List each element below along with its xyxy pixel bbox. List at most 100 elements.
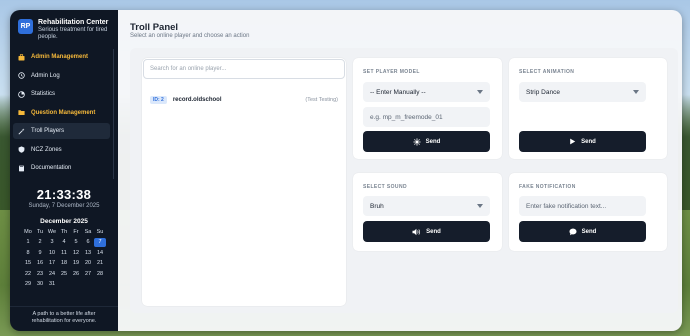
- button-label: Send: [426, 228, 441, 235]
- model-input[interactable]: e.g. mp_m_freemode_01: [363, 107, 490, 127]
- calendar: December 2025 Mo Tu We Th Fr Sa Su 1 2 3 4 5 6 7 8 9 10 1…: [22, 218, 106, 289]
- animation-select-value: Strip Dance: [526, 88, 560, 96]
- notification-input[interactable]: Enter fake notification text...: [519, 196, 646, 216]
- calendar-day[interactable]: 3: [46, 238, 58, 247]
- calendar-day[interactable]: 2: [34, 238, 46, 247]
- calendar-day[interactable]: 4: [58, 238, 70, 247]
- calendar-day[interactable]: 15: [22, 259, 34, 268]
- calendar-grid: Mo Tu We Th Fr Sa Su 1 2 3 4 5 6 7 8 9 10 11 12 13 14 15 16 17 1…: [22, 228, 106, 289]
- brand-subtitle: Serious treatment for tired people.: [38, 27, 108, 40]
- calendar-day[interactable]: 20: [82, 259, 94, 268]
- calendar-day[interactable]: 18: [58, 259, 70, 268]
- clock-time: 21:33:38: [36, 186, 92, 202]
- book-icon: [18, 165, 25, 172]
- card-select-animation: SELECT ANIMATION Strip Dance Send: [509, 58, 667, 159]
- calendar-day[interactable]: 5: [70, 238, 82, 247]
- sidebar-item-admin-management[interactable]: Admin Management: [13, 49, 110, 65]
- brand-logo: RP: [18, 19, 33, 34]
- main-area: Troll Panel Select an online player and …: [118, 10, 682, 331]
- notification-send-button[interactable]: Send: [519, 221, 646, 242]
- card-title: SELECT ANIMATION: [519, 69, 575, 75]
- calendar-day[interactable]: 12: [70, 249, 82, 258]
- model-select-value: -- Enter Manually --: [370, 88, 426, 96]
- brand: RP Rehabilitation Center Serious treatme…: [10, 10, 118, 47]
- player-panel: Search for an online player... ID: 2 rec…: [142, 58, 346, 306]
- sidebar-item-admin-log[interactable]: Admin Log: [13, 68, 110, 84]
- chevron-down-icon: [477, 90, 483, 94]
- calendar-day[interactable]: 6: [82, 238, 94, 247]
- model-send-button[interactable]: Send: [363, 131, 490, 152]
- sidebar-item-label: Admin Log: [31, 72, 60, 79]
- calendar-day[interactable]: 23: [34, 270, 46, 279]
- calendar-weekday: We: [47, 228, 57, 235]
- play-icon: [569, 138, 576, 145]
- calendar-weekday: Sa: [84, 228, 92, 235]
- calendar-weekday: Tu: [36, 228, 44, 235]
- chart-icon: [18, 90, 25, 98]
- sidebar-item-troll-players[interactable]: Troll Players: [13, 123, 110, 139]
- calendar-day[interactable]: 17: [46, 259, 58, 268]
- calendar-day[interactable]: 28: [94, 270, 106, 279]
- calendar-weekday: Th: [60, 228, 68, 235]
- sidebar-item-ncz-zones[interactable]: NCZ Zones: [13, 142, 110, 158]
- calendar-day[interactable]: 8: [22, 249, 34, 258]
- model-select[interactable]: -- Enter Manually --: [363, 82, 490, 102]
- page-subtitle: Select an online player and choose an ac…: [130, 33, 250, 39]
- calendar-day[interactable]: 14: [94, 249, 106, 258]
- sidebar-item-label: Documentation: [31, 165, 72, 171]
- animation-send-button[interactable]: Send: [519, 131, 646, 152]
- calendar-day[interactable]: 26: [70, 270, 82, 279]
- sidebar-item-label: Question Management: [31, 109, 96, 116]
- player-search-input[interactable]: Search for an online player...: [143, 59, 345, 79]
- calendar-day[interactable]: 22: [22, 270, 34, 279]
- brand-title: Rehabilitation Center: [38, 19, 109, 26]
- card-title: SET PLAYER MODEL: [363, 69, 420, 75]
- calendar-day[interactable]: 19: [70, 259, 82, 268]
- sound-select-value: Bruh: [370, 202, 384, 210]
- sidebar-item-statistics[interactable]: Statistics: [13, 86, 110, 102]
- clock-date: Sunday, 7 December 2025: [28, 202, 100, 209]
- calendar-day[interactable]: 13: [82, 249, 94, 258]
- sound-select[interactable]: Bruh: [363, 196, 490, 216]
- player-list-item[interactable]: ID: 2 record.oldschool (Test Testing): [150, 94, 338, 106]
- page-title: Troll Panel: [130, 22, 179, 33]
- sound-send-button[interactable]: Send: [363, 221, 490, 242]
- calendar-day[interactable]: 21: [94, 259, 106, 268]
- sidebar-item-documentation[interactable]: Documentation: [13, 160, 110, 176]
- zone-icon: [18, 146, 25, 153]
- calendar-day[interactable]: 27: [82, 270, 94, 279]
- history-icon: [18, 72, 25, 79]
- calendar-day[interactable]: 10: [46, 249, 58, 258]
- calendar-day[interactable]: 31: [46, 280, 58, 289]
- calendar-day[interactable]: 30: [34, 280, 46, 289]
- player-name: record.oldschool: [172, 97, 222, 103]
- sidebar: RP Rehabilitation Center Serious treatme…: [10, 10, 118, 331]
- card-fake-notification: FAKE NOTIFICATION Enter fake notificatio…: [509, 173, 667, 251]
- calendar-weekday: Mo: [24, 228, 32, 235]
- card-title: FAKE NOTIFICATION: [519, 184, 576, 190]
- button-label: Send: [425, 138, 441, 145]
- calendar-day-today[interactable]: 7: [94, 238, 106, 247]
- calendar-day[interactable]: 16: [34, 259, 46, 268]
- chevron-down-icon: [633, 90, 639, 94]
- sidebar-item-label: Statistics: [31, 91, 56, 97]
- calendar-weekday: Su: [96, 228, 104, 235]
- calendar-day[interactable]: 9: [34, 249, 46, 258]
- calendar-day[interactable]: 25: [58, 270, 70, 279]
- calendar-day[interactable]: 29: [22, 280, 34, 289]
- chat-bubble-icon: [569, 228, 577, 236]
- animation-select[interactable]: Strip Dance: [519, 82, 646, 102]
- sidebar-item-label: Troll Players: [31, 128, 65, 134]
- wand-icon: [18, 127, 25, 135]
- sidebar-nav: Admin Management Admin Log Statistics Qu…: [10, 49, 114, 179]
- sidebar-item-label: Admin Management: [31, 54, 89, 60]
- calendar-day[interactable]: 1: [22, 238, 34, 247]
- calendar-day[interactable]: 24: [46, 270, 58, 279]
- card-set-player-model: SET PLAYER MODEL -- Enter Manually -- e.…: [353, 58, 502, 159]
- spark-icon: [413, 137, 421, 146]
- sidebar-item-question-management[interactable]: Question Management: [13, 105, 110, 121]
- calendar-title: December 2025: [40, 217, 88, 225]
- calendar-day[interactable]: 11: [58, 249, 70, 258]
- app-window: RP Rehabilitation Center Serious treatme…: [10, 10, 682, 331]
- player-tag: (Test Testing): [305, 97, 338, 103]
